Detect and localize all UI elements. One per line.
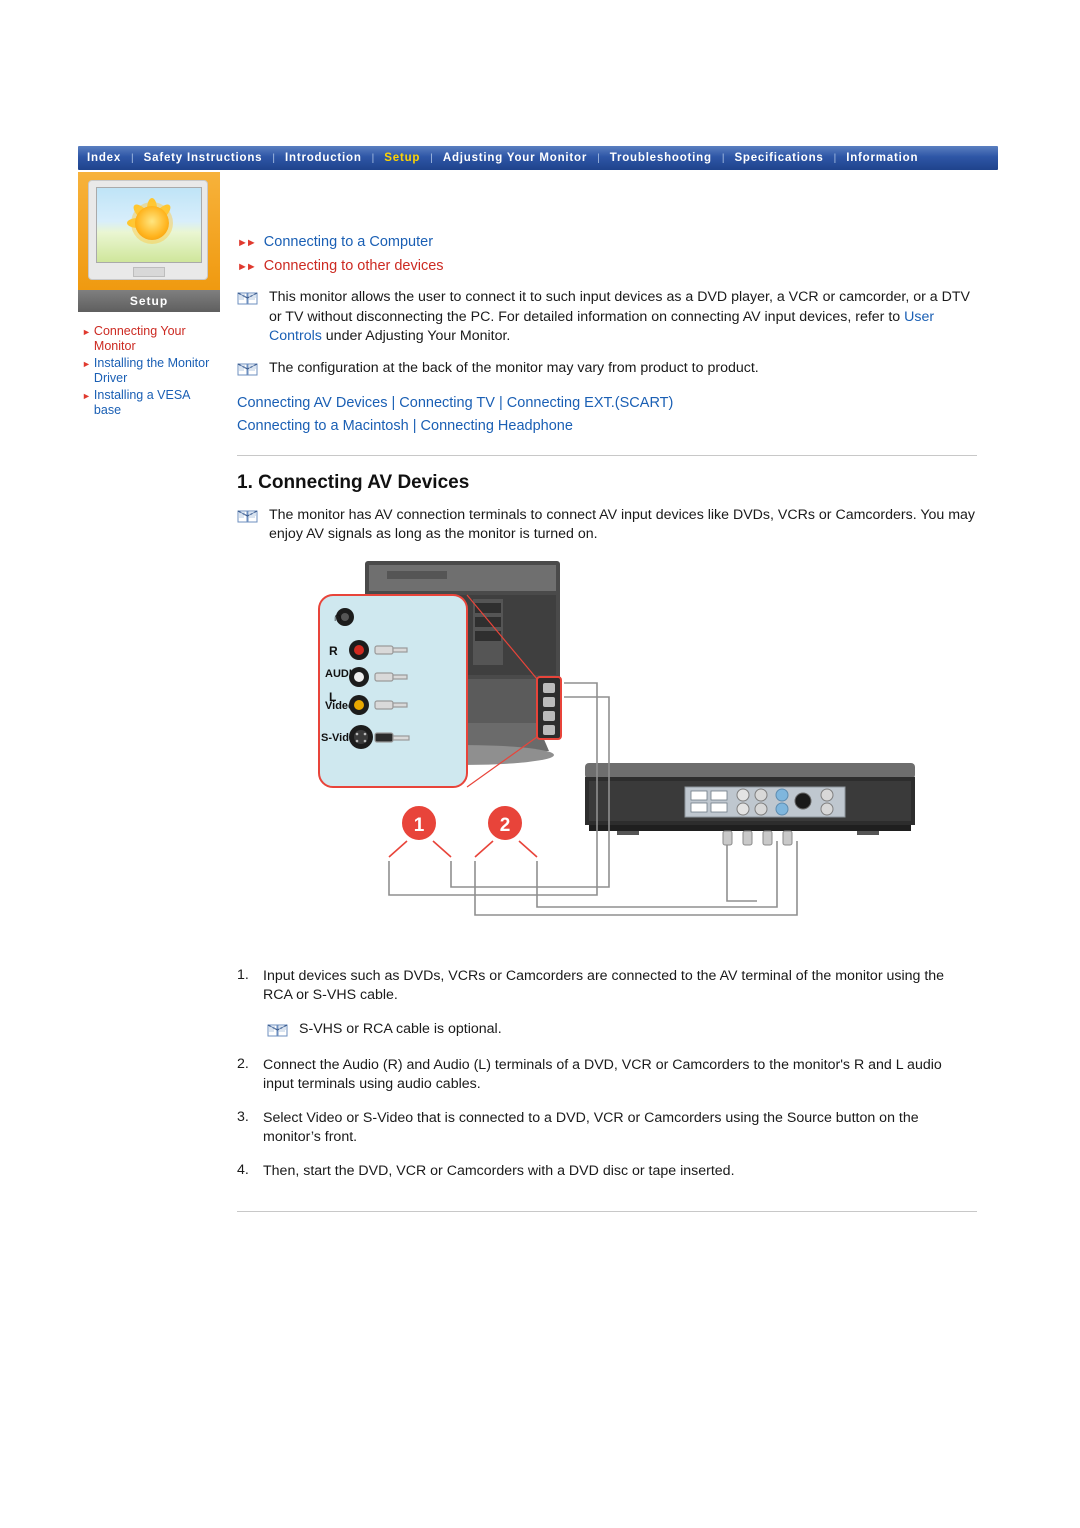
sidebar-item-connecting-your-monitor[interactable]: ► Connecting Your Monitor — [82, 324, 220, 354]
step-text: Select Video or S-Video that is connecte… — [263, 1109, 919, 1146]
connection-diagram-svg: ∩ R AUDIO L Video S-Video 1 2 — [318, 560, 915, 916]
arrow-right-icon: ► — [82, 391, 91, 401]
intro-text-part2: under Adjusting Your Monitor. — [321, 328, 511, 344]
top-navigation-bar: Index | Safety Instructions | Introducti… — [78, 146, 998, 170]
note-icon — [267, 1022, 289, 1040]
callout-markers: 1 2 — [388, 803, 538, 858]
nav-item-specifications[interactable]: Specifications — [725, 152, 832, 164]
toc-row-connecting-to-other-devices[interactable]: ►► Connecting to other devices — [237, 258, 977, 276]
note-icon — [237, 361, 259, 379]
sidebar-item-label: Installing a VESA base — [93, 388, 190, 417]
intro-paragraph-2: The configuration at the back of the mon… — [269, 359, 759, 376]
step-2: 2. Connect the Audio (R) and Audio (L) t… — [237, 1056, 977, 1095]
step-number: 3. — [237, 1108, 249, 1125]
step-4: 4. Then, start the DVD, VCR or Camcorder… — [237, 1162, 977, 1182]
step-3: 3. Select Video or S-Video that is conne… — [237, 1109, 977, 1148]
note-intro-paragraph-1: This monitor allows the user to connect … — [237, 288, 977, 347]
instruction-steps: 1. Input devices such as DVDs, VCRs or C… — [237, 967, 977, 1182]
section-description: The monitor has AV connection terminals … — [269, 506, 976, 543]
intro-paragraph-1: This monitor allows the user to connect … — [269, 288, 977, 347]
intro-text-part1: This monitor allows the user to connect … — [269, 289, 971, 325]
link-separator: | — [391, 394, 396, 411]
callout-2-label: 2 — [500, 815, 511, 836]
arrow-right-icon: ► — [82, 359, 91, 369]
step-number: 1. — [237, 966, 249, 983]
sun-icon — [135, 206, 169, 240]
link-connecting-headphone[interactable]: Connecting Headphone — [421, 418, 573, 434]
step-text: Then, start the DVD, VCR or Camcorders w… — [263, 1162, 735, 1179]
sidebar-item-label: Connecting Your Monitor — [93, 324, 186, 353]
arrow-right-icon: ► — [82, 327, 91, 337]
monitor-stand — [133, 267, 165, 277]
link-separator: | — [498, 394, 503, 411]
nav-item-introduction[interactable]: Introduction — [276, 152, 371, 164]
nav-item-safety-instructions[interactable]: Safety Instructions — [135, 152, 272, 164]
section-links-row-2: Connecting to a Macintosh | Connecting H… — [237, 416, 977, 437]
sidebar-monitor-illustration — [78, 172, 220, 290]
nav-item-information[interactable]: Information — [837, 152, 927, 164]
nav-item-adjusting-your-monitor[interactable]: Adjusting Your Monitor — [434, 152, 596, 164]
double-arrow-icon: ►► — [237, 261, 257, 273]
label-headphone: ∩ — [333, 609, 342, 624]
callout-1-label: 1 — [414, 815, 425, 836]
toc-link-label: Connecting to a Computer — [263, 234, 434, 250]
nav-item-troubleshooting[interactable]: Troubleshooting — [601, 152, 721, 164]
step-1: 1. Input devices such as DVDs, VCRs or C… — [237, 967, 977, 1006]
divider-top — [237, 454, 977, 456]
link-separator: | — [412, 417, 417, 434]
step-number: 2. — [237, 1055, 249, 1072]
toc-row-connecting-to-a-computer[interactable]: ►► Connecting to a Computer — [237, 234, 977, 252]
nav-item-setup[interactable]: Setup — [375, 152, 429, 164]
note-intro-paragraph-2: The configuration at the back of the mon… — [237, 359, 977, 379]
link-connecting-ext-scart[interactable]: Connecting EXT.(SCART) — [507, 395, 674, 411]
nav-item-index[interactable]: Index — [78, 152, 130, 164]
sidebar-item-installing-the-monitor-driver[interactable]: ► Installing the Monitor Driver — [82, 356, 220, 386]
link-connecting-tv[interactable]: Connecting TV — [399, 395, 495, 411]
note-section-description: The monitor has AV connection terminals … — [237, 506, 977, 545]
label-audio-r: R — [329, 644, 338, 658]
section-links-row-1: Connecting AV Devices | Connecting TV | … — [237, 393, 977, 414]
step-number: 4. — [237, 1161, 249, 1178]
sidebar-item-installing-a-vesa-base[interactable]: ► Installing a VESA base — [82, 388, 220, 418]
divider-bottom — [237, 1211, 977, 1212]
optional-cable-note: S-VHS or RCA cable is optional. — [267, 1020, 977, 1040]
sidebar-item-label: Installing the Monitor Driver — [93, 356, 210, 385]
note-icon — [237, 508, 259, 526]
sidebar-section-tab: Setup — [78, 290, 220, 312]
toc-link-label: Connecting to other devices — [263, 258, 444, 274]
link-connecting-to-a-macintosh[interactable]: Connecting to a Macintosh — [237, 418, 409, 434]
optional-cable-text: S-VHS or RCA cable is optional. — [299, 1020, 502, 1037]
double-arrow-icon: ►► — [237, 237, 257, 249]
sidebar: Setup ► Connecting Your Monitor ► Instal… — [78, 172, 220, 420]
step-text: Input devices such as DVDs, VCRs or Camc… — [263, 967, 945, 1004]
dvd-player-illustration — [585, 762, 915, 835]
connection-diagram: ∩ R AUDIO L Video S-Video 1 2 — [237, 555, 977, 955]
section-heading: 1. Connecting AV Devices — [237, 471, 470, 493]
page-root: Index | Safety Instructions | Introducti… — [0, 0, 1080, 1528]
sidebar-link-list: ► Connecting Your Monitor ► Installing t… — [78, 312, 220, 418]
link-connecting-av-devices[interactable]: Connecting AV Devices — [237, 395, 387, 411]
step-text: Connect the Audio (R) and Audio (L) term… — [263, 1056, 942, 1093]
note-icon — [237, 290, 259, 308]
monitor-screen — [96, 187, 202, 263]
main-content: ►► Connecting to a Computer ►► Connectin… — [237, 234, 977, 1220]
monitor-icon — [88, 180, 208, 280]
rca-plugs — [722, 830, 793, 845]
